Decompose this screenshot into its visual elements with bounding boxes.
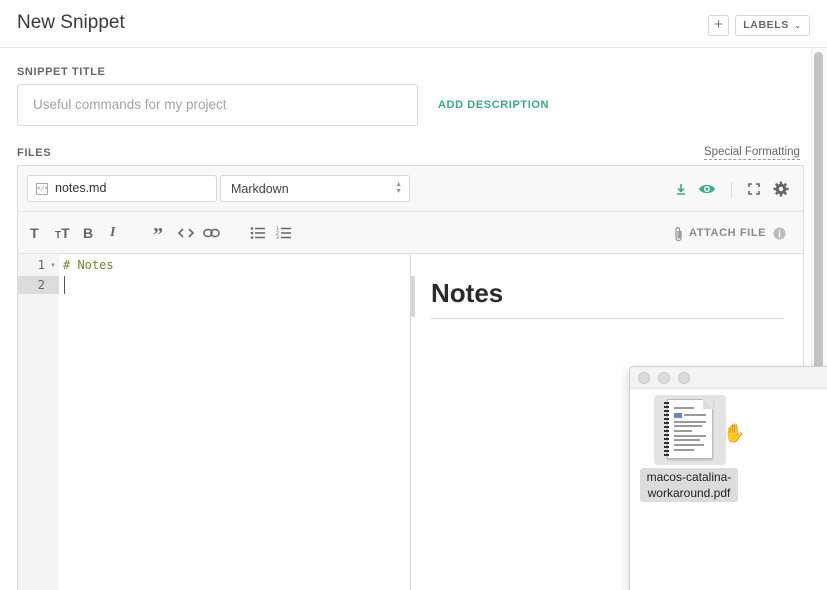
page-title: New Snippet [17,12,125,33]
code-icon[interactable] [178,227,194,239]
thumb-line [674,444,704,446]
bold-icon[interactable]: B [83,226,93,240]
finder-window: macos-catalina-workaround.pdf [629,366,827,590]
snippet-editor-page: New Snippet + LABELS ⌄ SNIPPET TITLE Use… [0,0,827,590]
fold-arrow-icon[interactable]: ▼ [50,263,56,269]
code-line: # Notes [63,258,114,272]
quote-icon[interactable]: ” [153,225,163,245]
file-name-label[interactable]: macos-catalina-workaround.pdf [640,468,738,502]
line-number-gutter: 1 ▼ 2 [18,255,59,590]
add-description-button[interactable]: ADD DESCRIPTION [438,99,549,111]
filename-field[interactable]: </> notes.md [27,175,217,202]
language-select[interactable]: Markdown ▲ ▼ [220,175,410,202]
chevron-down-icon: ⌄ [794,21,802,30]
heading-icon[interactable]: T [30,226,39,240]
thumb-line [684,414,706,416]
snippet-title-input[interactable]: Useful commands for my project [17,84,418,126]
attach-file-label: ATTACH FILE [689,227,767,239]
fullscreen-icon[interactable] [748,183,760,195]
svg-text:3: 3 [276,235,279,240]
page-fold [703,399,713,409]
thumb-logo [674,413,682,418]
paperclip-icon [675,227,682,242]
binding-rings [664,402,669,456]
grab-hand-cursor-icon: ✋ [723,423,746,443]
preview-heading-rule [431,318,784,319]
minimize-window-button[interactable] [658,372,670,384]
pdf-thumbnail [664,399,713,459]
link-icon[interactable] [203,227,220,239]
snippet-title-label: SNIPPET TITLE [17,66,106,78]
code-editor[interactable]: # Notes [59,255,411,590]
eye-icon[interactable] [698,182,716,196]
file-code-icon: </> [36,183,48,195]
add-button[interactable]: + [708,15,729,36]
language-value: Markdown [231,182,289,196]
preview-heading: Notes [431,278,504,308]
filename-value: notes.md [55,181,107,195]
download-icon[interactable] [674,182,688,196]
zoom-window-button[interactable] [678,372,690,384]
file-header-row: </> notes.md Markdown ▲ ▼ [18,166,803,212]
thumb-line [674,421,706,423]
info-icon[interactable] [773,227,786,240]
thumb-line [674,407,694,409]
preview-sync-marker [411,276,415,317]
text-cursor [64,276,65,294]
thumb-line [674,430,692,432]
close-window-button[interactable] [638,372,650,384]
numbered-list-icon[interactable]: 123 [276,226,292,240]
files-label: FILES [17,147,52,159]
toolbar-divider [731,182,732,198]
labels-button[interactable]: LABELS ⌄ [735,15,810,36]
special-formatting-link[interactable]: Special Formatting [704,145,800,160]
select-arrows-icon: ▲ ▼ [395,181,402,195]
finder-titlebar[interactable] [630,367,827,389]
labels-button-label: LABELS [743,19,789,31]
italic-icon[interactable]: I [110,226,115,240]
scrollbar-thumb[interactable] [814,52,823,382]
header-bar: New Snippet + LABELS ⌄ [0,0,827,48]
format-toolbar: T TT B I ” 123 ATTACH FILE [18,213,803,254]
pdf-file-icon[interactable] [654,395,726,465]
thumb-line [674,449,694,451]
text-size-icon[interactable]: TT [55,226,70,243]
line-number: 2 [18,276,59,294]
thumb-line [674,435,706,437]
bullet-list-icon[interactable] [250,226,266,240]
gear-icon[interactable] [773,181,789,197]
thumb-line [674,439,700,441]
thumb-line [674,425,702,427]
